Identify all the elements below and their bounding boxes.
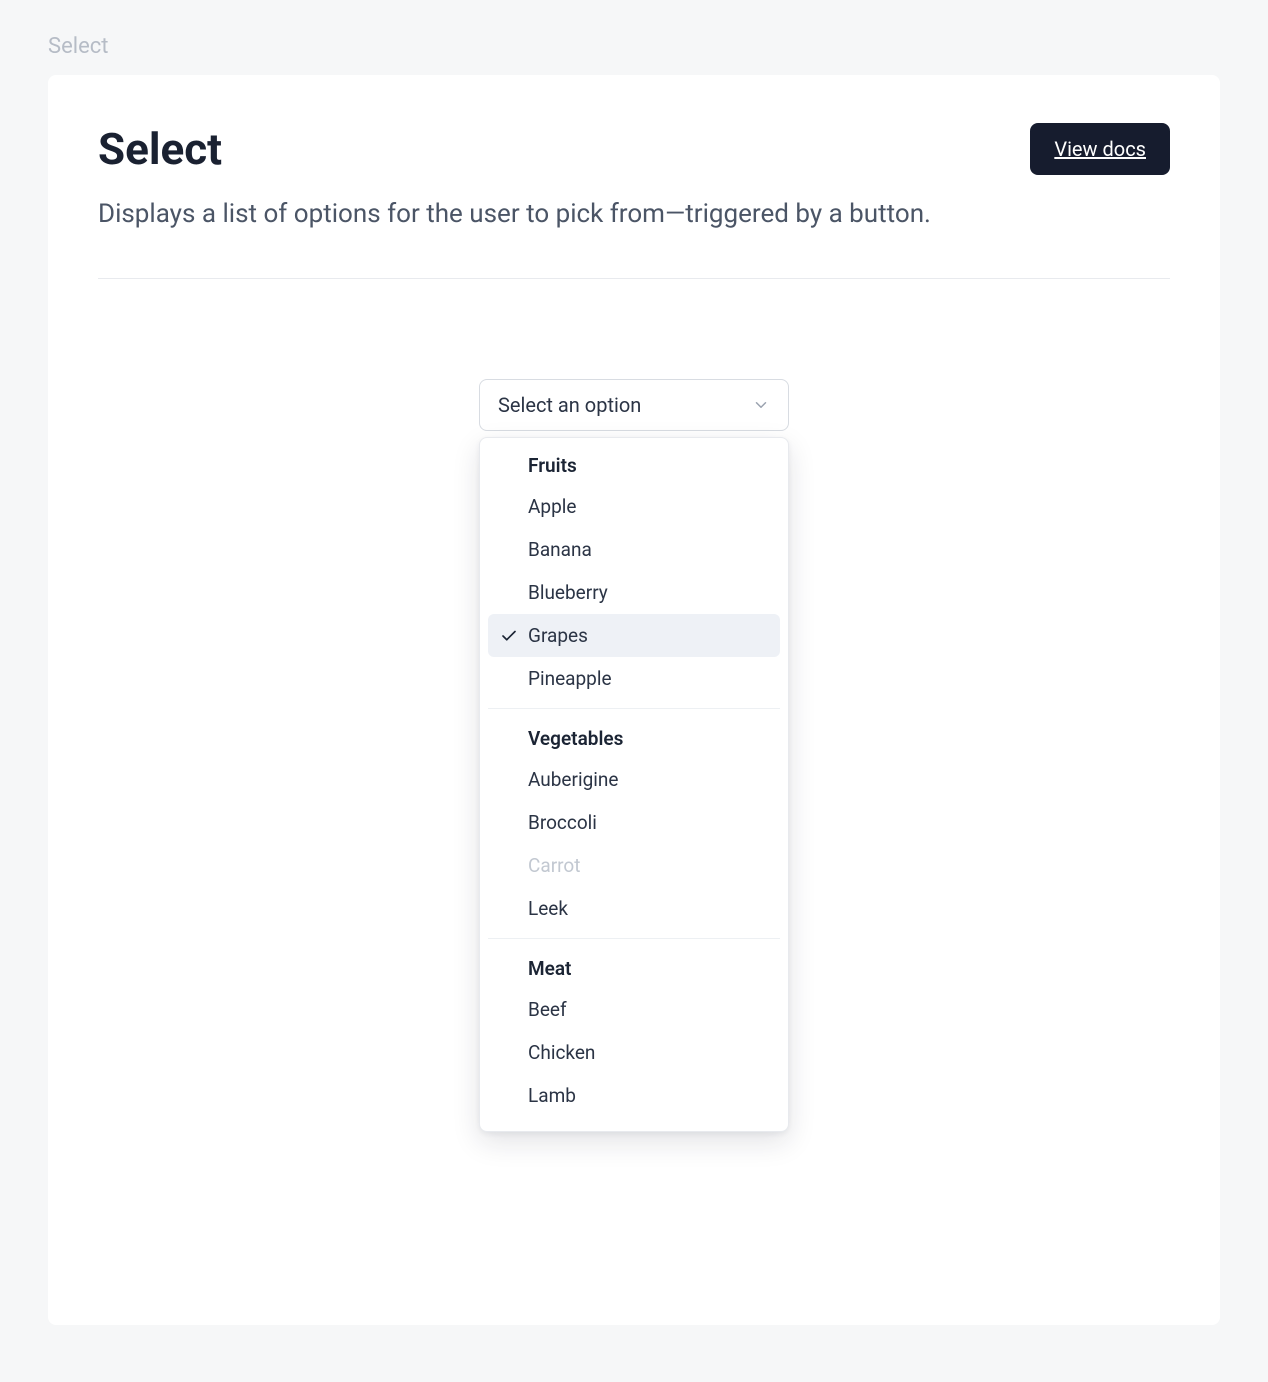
select-option[interactable]: Apple [488,485,780,528]
demo-area: Select an option FruitsAppleBananaBluebe… [98,379,1170,431]
select-option[interactable]: Beef [488,988,780,1031]
select-component: Select an option FruitsAppleBananaBluebe… [479,379,789,431]
select-option-label: Banana [528,538,592,561]
component-description: Displays a list of options for the user … [98,195,978,234]
divider [98,278,1170,279]
select-option-label: Chicken [528,1041,595,1064]
select-option-label: Lamb [528,1084,576,1107]
select-group-label: Fruits [488,446,780,485]
select-option-label: Leek [528,897,568,920]
header-row: Select View docs [98,123,1170,175]
select-option: Carrot [488,844,780,887]
select-option[interactable]: Lamb [488,1074,780,1117]
select-option[interactable]: Grapes [488,614,780,657]
check-icon [500,627,528,645]
select-dropdown: Fruits Apple Banana Blueberry Grapes Pineappl… [479,437,789,1132]
select-option[interactable]: Blueberry [488,571,780,614]
select-group-label: Vegetables [488,719,780,758]
select-option[interactable]: Leek [488,887,780,930]
select-option-label: Apple [528,495,576,518]
select-option[interactable]: Broccoli [488,801,780,844]
select-option-label: Pineapple [528,667,612,690]
select-group: Vegetables Auberigine Broccoli Carrot Leek [488,708,780,936]
select-option-label: Blueberry [528,581,608,604]
select-group-label: Meat [488,949,780,988]
select-option-label: Grapes [528,624,588,647]
chevron-down-icon [752,396,770,414]
breadcrumb: Select [0,0,1268,75]
select-option[interactable]: Chicken [488,1031,780,1074]
view-docs-button[interactable]: View docs [1030,123,1170,175]
select-option[interactable]: Auberigine [488,758,780,801]
select-option[interactable]: Banana [488,528,780,571]
select-option-label: Broccoli [528,811,597,834]
select-trigger-label: Select an option [498,393,641,417]
page-title: Select [98,123,222,175]
component-card: Select View docs Displays a list of opti… [48,75,1220,1325]
select-group: Meat Beef Chicken Lamb [488,938,780,1123]
select-option[interactable]: Pineapple [488,657,780,700]
select-option-label: Auberigine [528,768,618,791]
select-trigger[interactable]: Select an option [479,379,789,431]
select-option-label: Beef [528,998,567,1021]
select-option-label: Carrot [528,854,580,877]
select-group: Fruits Apple Banana Blueberry Grapes Pineappl… [488,446,780,706]
